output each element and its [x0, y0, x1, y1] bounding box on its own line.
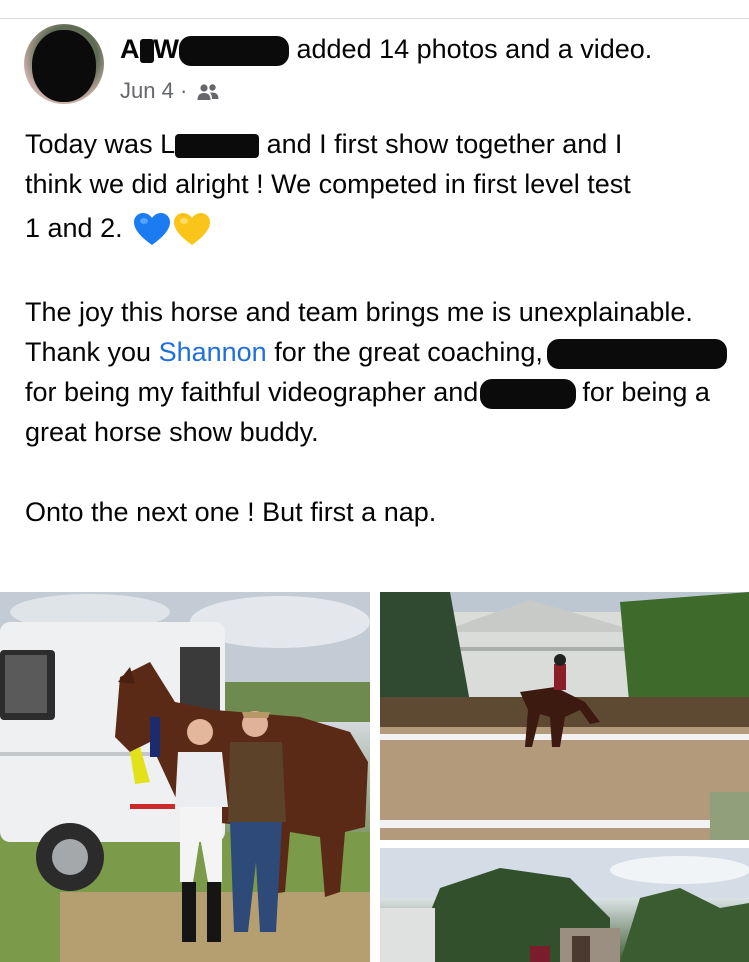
- text-line: think we did alright ! We competed in fi…: [25, 169, 631, 199]
- horse-trailer-photo[interactable]: [0, 592, 370, 962]
- friends-icon[interactable]: [197, 83, 219, 101]
- yellow-heart-icon: [174, 212, 211, 247]
- avatar-redaction: [32, 30, 96, 102]
- feed-divider: [0, 18, 749, 19]
- text-line: Today was L and I first show together an…: [25, 129, 623, 159]
- post-header: AW added 14 photos and a video.: [120, 34, 652, 66]
- text-line: Onto the next one ! But first a nap.: [25, 497, 437, 527]
- text-line: 1 and 2.: [25, 204, 735, 252]
- dressage-arena-photo[interactable]: [380, 592, 749, 840]
- name-redaction: [546, 338, 727, 369]
- barn-photo[interactable]: [380, 848, 749, 962]
- author-name[interactable]: AW: [120, 34, 289, 66]
- profile-avatar[interactable]: [24, 24, 104, 104]
- blue-heart-icon: [134, 212, 171, 247]
- meta-separator: ·: [179, 78, 188, 103]
- post-date[interactable]: Jun 4: [120, 78, 174, 103]
- mention-link[interactable]: Shannon: [159, 337, 267, 367]
- name-redaction: [178, 35, 289, 66]
- name-redaction: [139, 38, 154, 63]
- post-text: Today was L and I first show together an…: [25, 124, 735, 532]
- post-meta: Jun 4 ·: [120, 78, 219, 104]
- post-action: added 14 photos and a video.: [296, 34, 653, 64]
- text-paragraph: The joy this horse and team brings me is…: [25, 292, 735, 452]
- name-redaction: [175, 133, 260, 158]
- name-redaction: [480, 378, 577, 409]
